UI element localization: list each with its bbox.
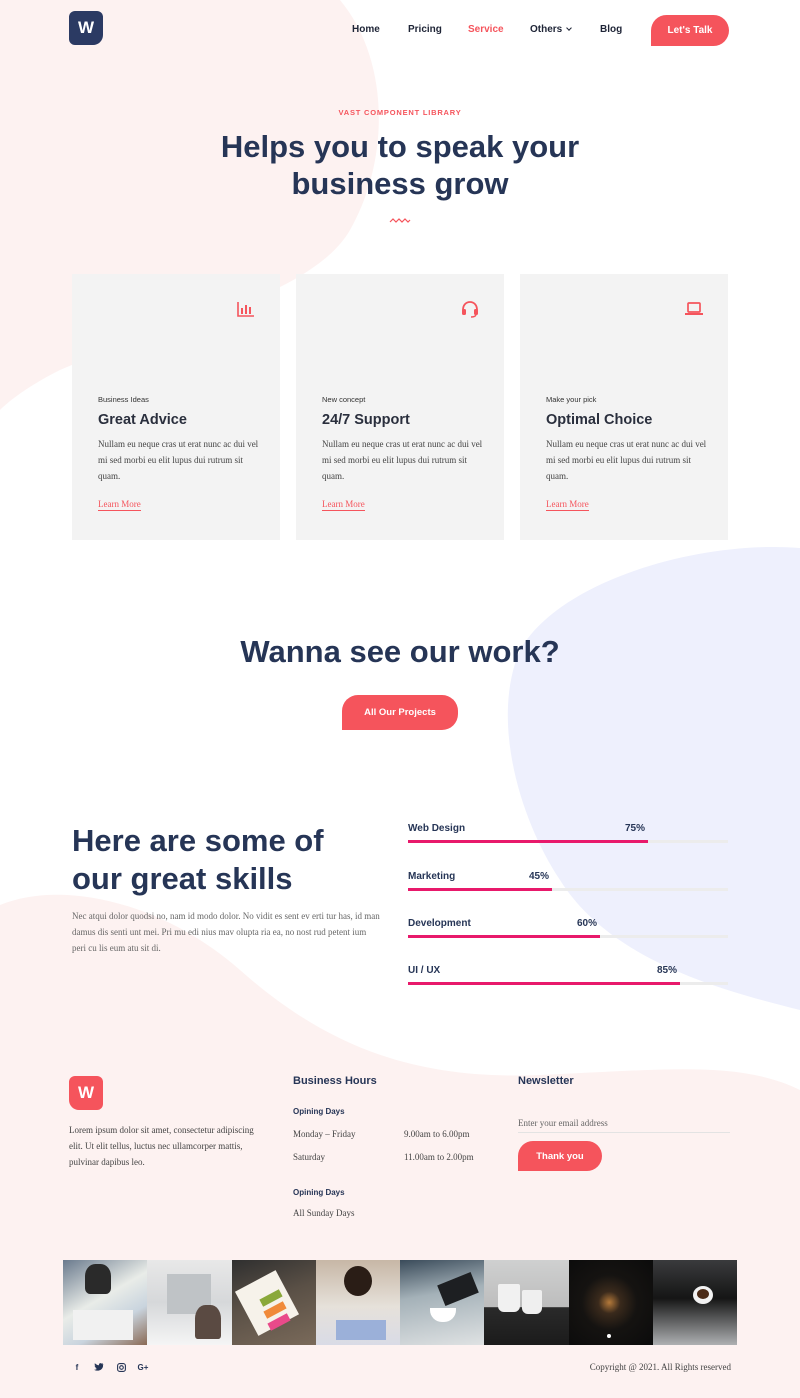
facebook-icon[interactable]: f: [71, 1361, 83, 1373]
newsletter-title: Newsletter: [518, 1075, 574, 1087]
skill-percent: 45%: [528, 871, 549, 882]
card-title: Great Advice: [98, 412, 187, 428]
footer-about: Lorem ipsum dolor sit amet, consectetur …: [69, 1125, 254, 1167]
opening-days-label: Opining Days: [293, 1107, 345, 1116]
workshop-photo[interactable]: [63, 1260, 148, 1345]
nav-pricing[interactable]: Pricing: [408, 24, 442, 38]
card-kicker: Make your pick: [546, 395, 597, 404]
laptop-icon: [685, 302, 703, 315]
twitter-icon[interactable]: [93, 1361, 105, 1373]
office-meeting-photo[interactable]: [147, 1260, 232, 1345]
closed-days: All Sunday Days: [293, 1208, 355, 1218]
skill-track: [408, 935, 728, 938]
skill-percent: 85%: [656, 965, 677, 976]
headset-icon: [462, 301, 478, 318]
skill-fill: [408, 935, 600, 938]
skill-fill: [408, 982, 680, 985]
hero-title-line1: Helps you to speak your: [220, 129, 580, 164]
instagram-icon[interactable]: [115, 1361, 127, 1373]
card-body: Nullam eu neque cras ut erat nunc ac dui…: [546, 439, 707, 481]
skill-label: Web Design: [408, 823, 466, 834]
skill-fill: [408, 888, 552, 891]
card-kicker: Business Ideas: [98, 395, 149, 404]
skill-bar: Web Design 75%: [408, 823, 728, 843]
service-card-advice: Business Ideas Great Advice Nullam eu ne…: [72, 274, 280, 540]
newsletter-submit-button[interactable]: Thank you: [518, 1141, 602, 1171]
dark-lamp-photo[interactable]: [568, 1260, 653, 1345]
wave-divider-icon: [389, 218, 411, 223]
card-body: Nullam eu neque cras ut erat nunc ac dui…: [98, 439, 259, 481]
hero-eyebrow: VAST COMPONENT LIBRARY: [338, 108, 462, 117]
lets-talk-button[interactable]: Let's Talk: [651, 15, 729, 46]
hours-time: 9.00am to 6.00pm: [404, 1129, 470, 1139]
copyright-text: Copyright @ 2021. All Rights reserved: [589, 1362, 731, 1372]
skills-description: Nec atqui dolor quodsi no, nam id modo d…: [72, 911, 380, 953]
woman-drawing-photo[interactable]: [315, 1260, 400, 1345]
newsletter-email-input[interactable]: [518, 1113, 730, 1133]
nav-others-label: Others: [530, 24, 563, 35]
skill-bar: Development 60%: [408, 918, 728, 938]
service-card-choice: Make your pick Optimal Choice Nullam eu …: [520, 274, 728, 540]
hours-time: 11.00am to 2.00pm: [404, 1152, 474, 1162]
skills-title: Here are some of our great skills: [72, 822, 382, 898]
nav-blog[interactable]: Blog: [600, 24, 622, 38]
skill-percent: 60%: [576, 918, 597, 929]
service-card-support: New concept 24/7 Support Nullam eu neque…: [296, 274, 504, 540]
cups-photo[interactable]: [484, 1260, 569, 1345]
card-title: Optimal Choice: [546, 412, 653, 428]
learn-more-link[interactable]: Learn More: [98, 499, 141, 511]
learn-more-link[interactable]: Learn More: [546, 499, 589, 511]
nav-others[interactable]: Others: [530, 24, 573, 38]
brand-logo[interactable]: W: [69, 11, 103, 45]
learn-more-link[interactable]: Learn More: [322, 499, 365, 511]
nav-service[interactable]: Service: [468, 24, 504, 38]
nav-home[interactable]: Home: [352, 24, 380, 38]
hero-title-line2: business grow: [291, 166, 509, 201]
footer-logo[interactable]: W: [69, 1076, 103, 1110]
skill-label: Development: [408, 918, 471, 929]
espresso-photo[interactable]: [652, 1260, 737, 1345]
skill-label: UI / UX: [408, 965, 441, 976]
color-swatches-photo[interactable]: [231, 1260, 316, 1345]
skill-percent: 75%: [624, 823, 645, 834]
skill-label: Marketing: [408, 871, 456, 882]
card-kicker: New concept: [322, 395, 366, 404]
coffee-laptop-photo[interactable]: [400, 1260, 485, 1345]
hero-title: Helps you to speak your business grow: [150, 128, 650, 202]
hours-days: Saturday: [293, 1152, 325, 1162]
hours-days: Monday – Friday: [293, 1129, 356, 1139]
chevron-down-icon: [566, 25, 573, 31]
photo-gallery: [63, 1260, 737, 1345]
skill-fill: [408, 840, 648, 843]
brand-logo-letter: W: [77, 18, 95, 37]
skills-title-line2: our great skills: [72, 861, 293, 896]
footer-logo-letter: W: [77, 1083, 95, 1102]
skill-bar: UI / UX 85%: [408, 965, 728, 985]
bar-chart-icon: [237, 302, 254, 317]
work-title: Wanna see our work?: [240, 634, 560, 669]
opening-days-label: Opining Days: [293, 1188, 345, 1197]
card-title: 24/7 Support: [322, 412, 410, 428]
business-hours-title: Business Hours: [293, 1075, 377, 1087]
skills-title-line1: Here are some of: [72, 823, 324, 858]
skill-track: [408, 982, 728, 985]
skill-bar: Marketing 45%: [408, 871, 728, 891]
skill-track: [408, 840, 728, 843]
skill-track: [408, 888, 728, 891]
google-plus-icon[interactable]: G+: [137, 1361, 149, 1373]
all-projects-button[interactable]: All Our Projects: [342, 695, 458, 730]
card-body: Nullam eu neque cras ut erat nunc ac dui…: [322, 439, 483, 481]
